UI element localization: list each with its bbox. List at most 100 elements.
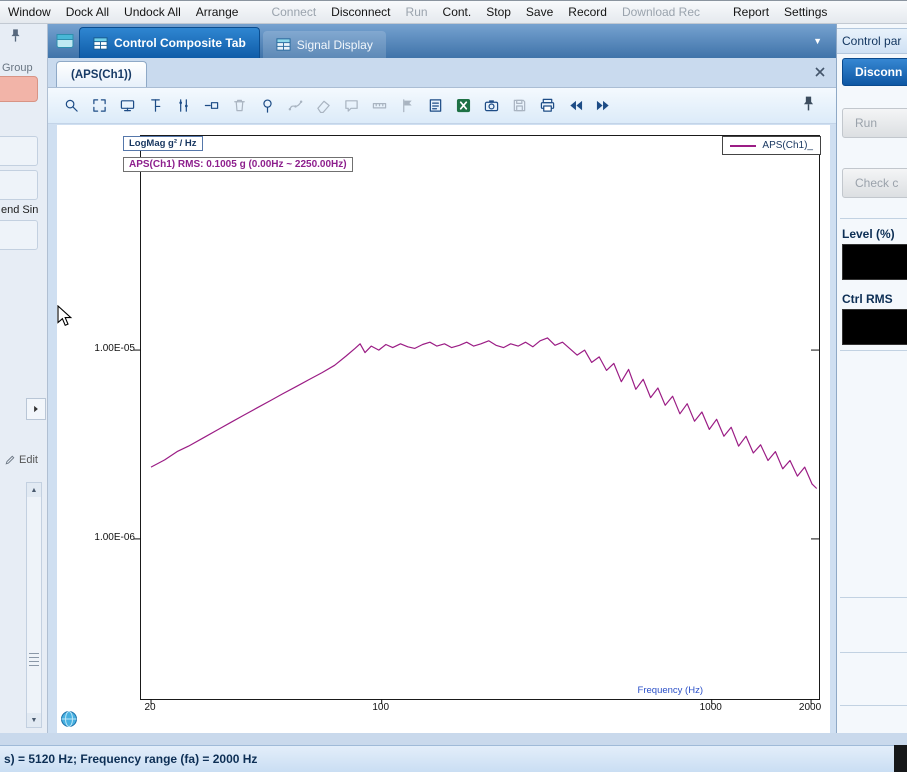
- menu-item-settings[interactable]: Settings: [784, 5, 827, 19]
- level-display: [842, 244, 907, 280]
- harmonic-cursor-icon[interactable]: [172, 95, 194, 117]
- signal-plot: [134, 337, 819, 704]
- ctrl-rms-label: Ctrl RMS: [842, 292, 893, 306]
- prev-frame-icon[interactable]: [564, 95, 586, 117]
- sidebar-scrollbar[interactable]: ▲ ▼: [26, 482, 42, 728]
- left-sidebar: Group end Sin Edit ▲ ▼: [0, 24, 48, 733]
- x-tick-label: 100: [372, 702, 390, 713]
- sidebar-group-label: Group: [2, 62, 33, 74]
- legend-label: APS(Ch1)_: [762, 140, 813, 151]
- next-frame-icon[interactable]: [592, 95, 614, 117]
- arrow-right-icon: [34, 405, 38, 413]
- doc-tab-label: (APS(Ch1)): [71, 68, 132, 81]
- menu-item-stop[interactable]: Stop: [486, 5, 511, 19]
- divider: [840, 350, 907, 351]
- chart-panel: LogMag g² / Hz APS(Ch1) RMS: 0.1005 g (0…: [57, 125, 830, 733]
- annotation-icon[interactable]: [340, 95, 362, 117]
- measure-icon[interactable]: [368, 95, 390, 117]
- disconnect-button[interactable]: Disconn: [842, 58, 907, 86]
- menu-item-connect: Connect: [271, 5, 317, 19]
- edit-button[interactable]: Edit: [4, 454, 38, 466]
- menu-item-window[interactable]: Window: [8, 5, 51, 19]
- display-setting-icon[interactable]: [116, 95, 138, 117]
- legend[interactable]: APS(Ch1)_: [722, 136, 821, 155]
- window-list-icon[interactable]: [56, 32, 74, 50]
- menu-item-disconnect[interactable]: Disconnect: [331, 5, 390, 19]
- edit-label: Edit: [19, 454, 38, 466]
- level-label: Level (%): [842, 227, 895, 241]
- check-button[interactable]: Check c: [842, 168, 907, 198]
- control-panel: Control par Disconn Run Check c Level (%…: [836, 24, 907, 733]
- auto-scale-icon[interactable]: [60, 95, 82, 117]
- note-icon[interactable]: [424, 95, 446, 117]
- tab-label: Control Composite Tab: [114, 36, 246, 50]
- export-excel-icon[interactable]: [452, 95, 474, 117]
- chart-toolbar: [48, 88, 836, 124]
- legend-line: [730, 144, 757, 147]
- sidebar-item[interactable]: [0, 170, 38, 200]
- plot-area[interactable]: [134, 135, 820, 704]
- bottom-strip: [0, 733, 907, 745]
- control-panel-title: Control par: [842, 34, 902, 48]
- live-indicator-icon[interactable]: [60, 710, 78, 728]
- sidebar-item[interactable]: [0, 136, 38, 166]
- expand-icon[interactable]: [88, 95, 110, 117]
- aps-ch1-curve: [150, 337, 818, 489]
- tab-dropdown-icon[interactable]: ▼: [813, 36, 822, 46]
- tab-control-composite[interactable]: Control Composite Tab: [79, 27, 260, 58]
- scroll-down-button[interactable]: ▼: [27, 713, 41, 727]
- tab-strip: Control Composite Tab Signal Display ▼: [48, 24, 836, 58]
- curve-fit-icon[interactable]: [284, 95, 306, 117]
- snapshot-icon[interactable]: [480, 95, 502, 117]
- divider: [840, 705, 907, 706]
- menu-item-cont-[interactable]: Cont.: [443, 5, 472, 19]
- grid-icon: [93, 36, 108, 51]
- menu-item-report[interactable]: Report: [733, 5, 769, 19]
- divider: [840, 218, 907, 219]
- sidebar-item[interactable]: [0, 220, 38, 250]
- x-tick-label: 20: [144, 702, 156, 713]
- menu-item-record[interactable]: Record: [568, 5, 607, 19]
- print-icon[interactable]: [536, 95, 558, 117]
- menu-item-save[interactable]: Save: [526, 5, 553, 19]
- peak-marker-icon[interactable]: [256, 95, 278, 117]
- remove-marker-icon[interactable]: [200, 95, 222, 117]
- menu-item-undock-all[interactable]: Undock All: [124, 5, 181, 19]
- document-tab-bar: (APS(Ch1)): [48, 58, 836, 88]
- cursor-icon[interactable]: [144, 95, 166, 117]
- divider: [840, 652, 907, 653]
- y-tick-label: 1.00E-06: [94, 531, 135, 543]
- x-tick-label: 1000: [699, 702, 722, 713]
- menu-item-download-rec: Download Rec: [621, 5, 701, 19]
- scroll-up-button[interactable]: ▲: [27, 483, 41, 497]
- pencil-icon: [4, 454, 16, 466]
- doc-tab-aps-ch1[interactable]: (APS(Ch1)): [56, 61, 147, 87]
- rms-readout: APS(Ch1) RMS: 0.1005 g (0.00Hz ~ 2250.00…: [123, 157, 353, 172]
- save-signal-icon[interactable]: [508, 95, 530, 117]
- delete-marker-icon[interactable]: [228, 95, 250, 117]
- y-tick-label: 1.00E-05: [94, 343, 135, 355]
- status-bar: s) = 5120 Hz; Frequency range (fa) = 200…: [0, 745, 907, 772]
- menu-item-dock-all[interactable]: Dock All: [66, 5, 109, 19]
- divider: [840, 597, 907, 598]
- pin-icon[interactable]: [800, 95, 818, 115]
- erase-icon[interactable]: [312, 95, 334, 117]
- x-tick-label: 2000: [798, 702, 822, 713]
- tab-signal-display[interactable]: Signal Display: [262, 31, 386, 58]
- run-button[interactable]: Run: [842, 108, 907, 138]
- close-icon[interactable]: [813, 65, 827, 79]
- control-panel-header[interactable]: Control par: [837, 28, 907, 54]
- menu-item-arrange[interactable]: Arrange: [196, 5, 239, 19]
- app-window: Window Dock All Undock All Arrange Connect Di…: [0, 0, 907, 772]
- y-format-label: LogMag g² / Hz: [123, 136, 203, 151]
- sidebar-expand-button[interactable]: [26, 398, 46, 420]
- flag-marker-icon[interactable]: [396, 95, 418, 117]
- tab-label: Signal Display: [296, 37, 373, 52]
- window-corner: [894, 745, 907, 772]
- x-axis-title: Frequency (Hz): [637, 685, 703, 696]
- ctrl-rms-display: [842, 309, 907, 345]
- auto-hide-pin-icon[interactable]: [8, 28, 23, 43]
- scroll-thumb[interactable]: [29, 653, 39, 666]
- grid-icon: [276, 37, 291, 52]
- sidebar-swatch[interactable]: [0, 76, 38, 102]
